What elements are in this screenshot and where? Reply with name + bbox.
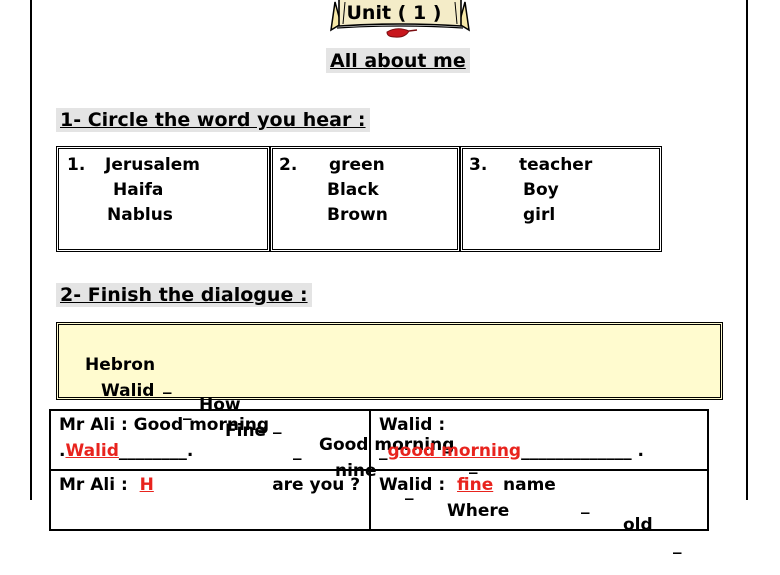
bank-word: Hebron [85,355,156,375]
choice-word[interactable]: Jerusalem [105,155,200,175]
page-border-left [30,0,32,500]
dialogue-cell-walid: Walid : fine [369,469,709,531]
word-group-2: 2. green Black Brown [270,146,460,252]
dialogue-cell-mr-ali: Mr Ali : H are you ? [49,469,371,531]
bank-word: Walid [101,381,155,401]
group-number: 2. [279,155,298,175]
blank-suffix: ________. [118,441,194,461]
speaker-label: Mr Ali : [59,475,128,495]
page-subtitle: All about me [326,48,470,73]
dialogue-line: are you ? [272,475,361,495]
section-2-heading: 2- Finish the dialogue : [56,283,312,307]
answer-line[interactable]: _good morning_____________ . [379,441,699,461]
group-number: 3. [469,155,488,175]
speaker-label: Walid : [379,475,446,495]
page-border-right [746,0,748,500]
filled-answer[interactable]: fine [457,475,493,495]
unit-label: Unit ( 1 ) [346,2,442,24]
choice-word[interactable]: Brown [327,205,388,225]
answer-line[interactable]: .Walid________. [59,441,361,461]
filled-answer[interactable]: good morning [388,441,522,461]
choice-word[interactable]: teacher [519,155,592,175]
word-bank: Hebron _ How _ Good morning _ name _ old… [56,322,723,555]
blank-suffix: _____________ . [521,441,644,461]
dialogue-row: Mr Ali : Good morning .Walid________. Wa… [49,409,709,471]
speaker-label: Mr Ali : [59,415,128,435]
choice-word[interactable]: Haifa [113,180,163,200]
blank-prefix: _ [379,441,388,461]
filled-answer[interactable]: H [140,475,154,495]
choice-word[interactable]: Boy [523,180,559,200]
filled-answer[interactable]: Walid [65,441,118,461]
choice-word[interactable]: girl [523,205,555,225]
bank-separator: _ [673,535,682,555]
choice-word[interactable]: Nablus [107,205,173,225]
group-number: 1. [67,155,86,175]
dialogue-line: Good morning [133,415,270,435]
choice-word[interactable]: green [329,155,385,175]
word-group-3: 3. teacher Boy girl [460,146,662,252]
speaker-label: Walid : [379,415,446,435]
bank-separator: _ [163,375,172,395]
section-1-heading: 1- Circle the word you hear : [56,108,370,132]
dialogue-row: Mr Ali : H are you ? Walid : fine [49,469,709,531]
dialogue-cell-walid: Walid : _good morning_____________ . [369,409,709,471]
choice-word[interactable]: Black [327,180,379,200]
dialogue-table: Mr Ali : Good morning .Walid________. Wa… [49,409,709,531]
dialogue-cell-mr-ali: Mr Ali : Good morning .Walid________. [49,409,371,471]
word-group-1: 1. Jerusalem Haifa Nablus [56,146,270,252]
